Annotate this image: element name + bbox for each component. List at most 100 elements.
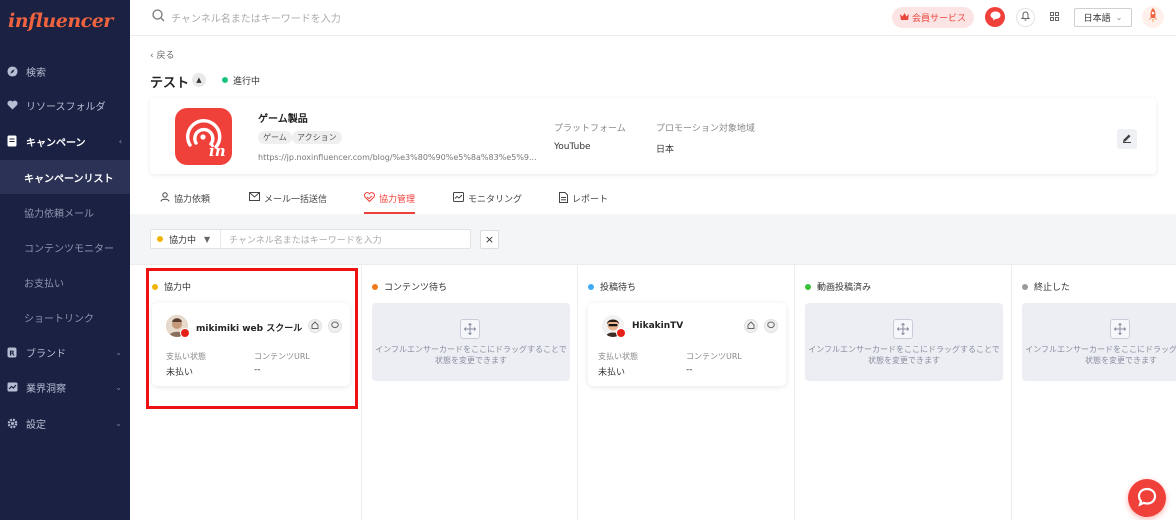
chat-bubble-icon [1137,487,1157,510]
sidebar-item-payment[interactable]: お支払い [0,265,130,299]
tab-cooperation-management[interactable]: 協力管理 [364,192,416,214]
handshake-icon [364,192,375,205]
global-search-input[interactable]: チャンネル名またはキーワードを入力 [152,9,341,25]
user-avatar[interactable] [1142,6,1164,28]
language-select[interactable]: 日本語 ⌄ [1074,8,1132,27]
tab-monitoring[interactable]: モニタリング [453,192,522,214]
column-header: 協力中 [152,280,191,293]
sidebar-item-industry-insight[interactable]: 業界洞察 ⌄ [0,370,130,404]
svg-text:R: R [9,349,15,357]
chevron-left-icon: ‹ [150,51,154,61]
tab-label: 協力管理 [379,195,416,205]
sidebar-item-resource-folder[interactable]: リソースフォルダ [0,88,130,122]
drop-zone[interactable]: インフルエンサーカードをここにドラッグすることで状態を変更できます [805,303,1003,381]
column-header: 終止した [1022,280,1070,293]
home-button[interactable] [744,319,758,333]
status-filter-select[interactable]: 協力中 ▼ [151,230,221,248]
move-icon [893,319,913,339]
campaign-status: 進行中 [233,77,261,87]
chevron-left-icon: ‹ [118,136,122,146]
drop-hint: インフルエンサーカードをここにドラッグすることで状態を変更できます [1025,345,1176,365]
influencer-card[interactable]: HikakinTV 支払い状態 未払い コンテンツURL -- [588,303,786,386]
move-icon [1110,319,1130,339]
sidebar-item-short-link[interactable]: ショートリンク [0,300,130,334]
back-label: 戻る [156,51,175,61]
svg-text:in: in [209,142,226,159]
caret-up-icon: ▲ [196,76,202,84]
kanban-board: 協力中 mikimiki web スクール 支払い状態 未払い コンテンツURL… [130,264,1176,520]
sidebar-item-brand[interactable]: R ブランド ⌄ [0,335,130,369]
column-status-dot [805,283,811,290]
support-chat-button[interactable] [1128,479,1166,517]
heart-icon [6,99,18,111]
compass-icon [6,65,18,77]
product-url[interactable]: https://jp.noxinfluencer.com/blog/%e3%80… [258,153,537,162]
payment-status-label: 支払い状態 [598,352,638,361]
column-header: 投稿待ち [588,280,636,293]
home-button[interactable] [308,319,322,333]
chat-button[interactable] [764,319,778,333]
drop-zone[interactable]: インフルエンサーカードをここにドラッグすることで状態を変更できます [1022,303,1176,381]
chat-icon [331,321,339,331]
sidebar-item-label: お支払い [24,278,64,290]
chat-icon [767,321,775,331]
sidebar-item-label: 業界洞察 [26,383,66,395]
back-link[interactable]: ‹ 戻る [150,48,175,61]
platform-label: プラットフォーム [554,124,626,134]
chevron-down-icon: ⌄ [115,382,122,392]
collapse-button[interactable]: ▲ [192,73,206,87]
mail-icon [249,192,260,204]
payment-status-value: 未払い [166,368,194,378]
brand-icon: R [6,346,18,358]
sidebar-item-content-monitor[interactable]: コンテンツモニター [0,230,130,264]
payment-status-label: 支払い状態 [166,352,206,361]
notification-button[interactable] [1016,8,1035,27]
sidebar-item-label: 設定 [26,419,46,431]
language-value: 日本語 [1083,14,1111,24]
content-url-value: -- [686,365,693,375]
column-status-dot [1022,283,1028,290]
clear-filter-button[interactable]: × [480,230,499,249]
gear-icon [6,417,18,429]
content-url-label: コンテンツURL [254,352,310,361]
member-service-button[interactable]: 会員サービス [892,7,974,28]
top-bar: チャンネル名またはキーワードを入力 会員サービス 日本語 ⌄ [130,0,1176,36]
apps-button[interactable] [1045,8,1064,27]
user-icon [160,192,170,205]
payment-status-value: 未払い [598,368,626,378]
tab-bulk-mail[interactable]: メール一括送信 [249,192,327,214]
youtube-icon [616,328,626,338]
search-icon [152,9,165,25]
app-logo[interactable]: influencer [8,10,113,32]
grid-icon [1050,11,1059,24]
sidebar-item-search[interactable]: 検索 [0,54,130,88]
pencil-icon [1122,133,1132,146]
column-title: 動画投稿済み [817,283,872,293]
tab-cooperation-request[interactable]: 協力依頼 [160,192,210,214]
sidebar-item-cooperation-mail[interactable]: 協力依頼メール [0,195,130,229]
report-icon [559,192,568,206]
edit-button[interactable] [1117,129,1137,149]
tab-report[interactable]: レポート [559,192,608,214]
influencer-name: HikakinTV [632,321,684,331]
drop-zone[interactable]: インフルエンサーカードをここにドラッグすることで状態を変更できます [372,303,570,381]
column-title: コンテンツ待ち [384,283,448,293]
message-button[interactable] [985,7,1005,27]
column-title: 投稿待ち [600,283,637,293]
platform-value: YouTube [554,142,591,152]
column-waiting-content: コンテンツ待ち インフルエンサーカードをここにドラッグすることで状態を変更できま… [362,265,578,520]
sidebar-item-label: ブランド [26,348,66,360]
home-icon [747,321,755,331]
chat-button[interactable] [328,319,342,333]
sidebar-item-campaign-list[interactable]: キャンペーンリスト [0,160,130,194]
sidebar-item-campaign[interactable]: キャンペーン ‹ [0,124,130,158]
sidebar-item-label: リソースフォルダ [26,101,106,113]
channel-search-input[interactable]: チャンネル名またはキーワードを入力 [221,233,382,246]
sidebar-item-label: 検索 [26,67,46,79]
influencer-card[interactable]: mikimiki web スクール 支払い状態 未払い コンテンツURL -- [152,303,350,386]
caret-down-icon: ▼ [204,234,211,244]
sidebar-item-settings[interactable]: 設定 ⌄ [0,406,130,440]
sidebar-item-label: ショートリンク [24,313,94,325]
sidebar: influencer 検索 リソースフォルダ キャンペーン ‹ キャンペーンリス… [0,0,130,520]
member-service-label: 会員サービス [911,14,966,24]
